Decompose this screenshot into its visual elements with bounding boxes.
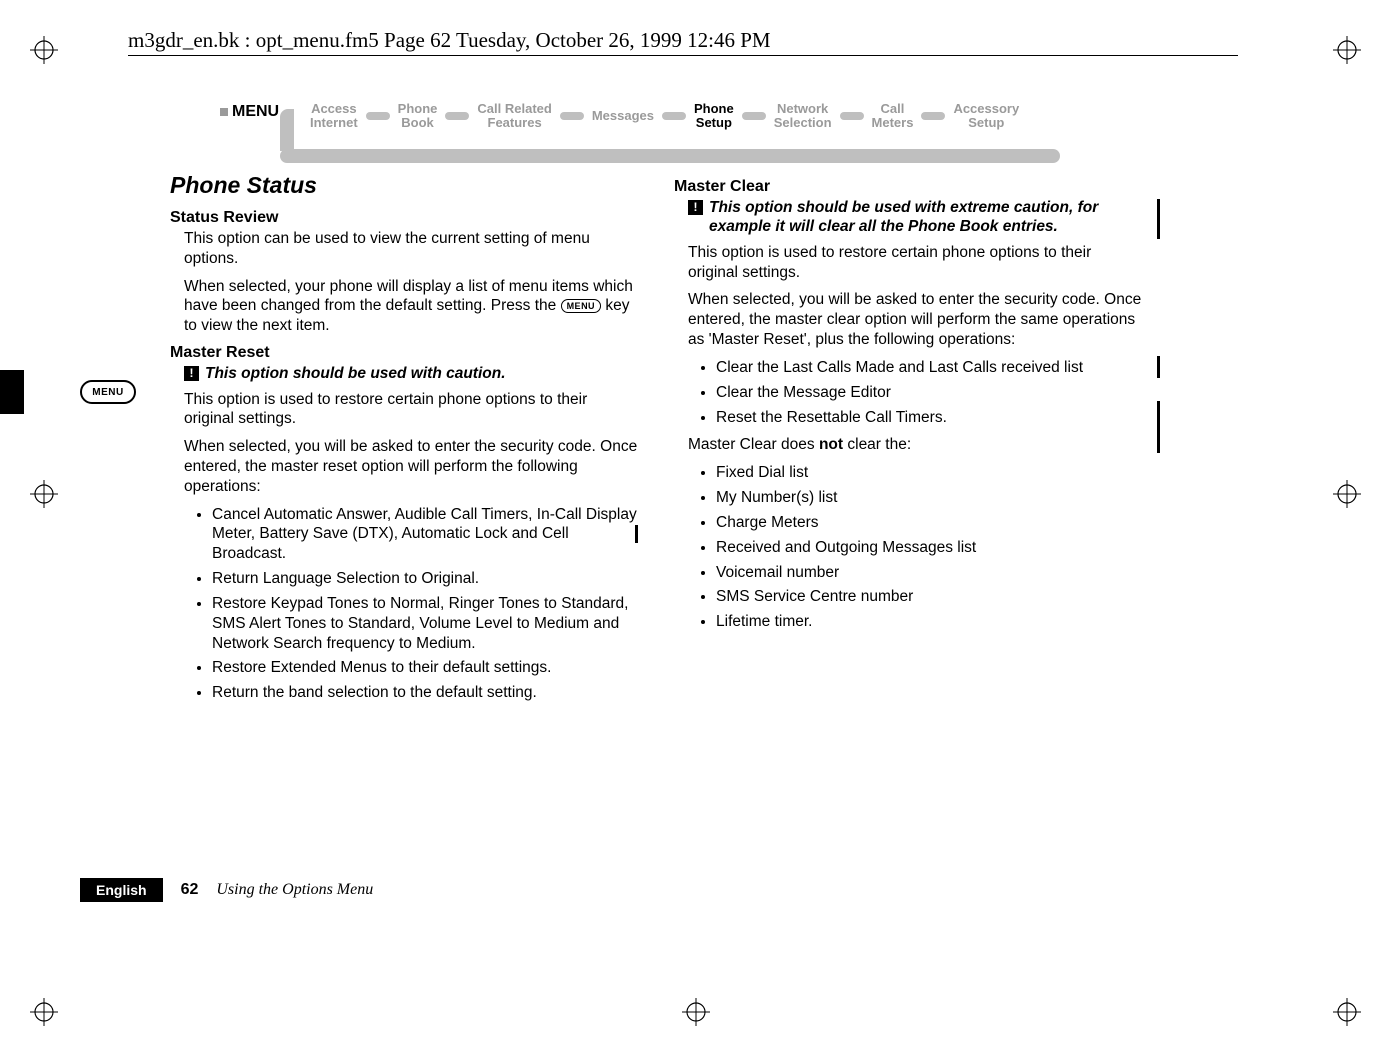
menu-breadcrumb-item: Call Meters <box>872 102 914 130</box>
menu-key-icon: MENU <box>561 299 602 313</box>
menu-key-icon: MENU <box>80 380 136 404</box>
list-item: My Number(s) list <box>716 488 1144 508</box>
menu-connector-icon <box>662 112 686 120</box>
warning-icon: ! <box>184 366 199 381</box>
menu-breadcrumb-item: Call Related Features <box>477 102 551 130</box>
caution-note: ! This option should be used with cautio… <box>184 364 640 383</box>
body-text: When selected, you will be asked to ente… <box>184 437 640 496</box>
list-item: Restore Keypad Tones to Normal, Ringer T… <box>212 594 640 653</box>
list-item: Return the band selection to the default… <box>212 683 640 703</box>
crop-mark-icon <box>30 998 58 1026</box>
menu-connector-icon <box>742 112 766 120</box>
change-bar-icon <box>1157 401 1160 453</box>
bullet-list: Cancel Automatic Answer, Audible Call Ti… <box>184 505 640 703</box>
body-text: This option can be used to view the curr… <box>184 229 640 269</box>
list-item: Clear the Last Calls Made and Last Calls… <box>716 358 1144 378</box>
warning-icon: ! <box>688 200 703 215</box>
language-tab: English <box>80 878 163 902</box>
body-text: This option is used to restore certain p… <box>688 243 1144 283</box>
page-footer: English 62 Using the Options Menu <box>80 878 373 902</box>
menu-connector-icon <box>445 112 469 120</box>
list-item: Fixed Dial list <box>716 463 1144 483</box>
list-item: Restore Extended Menus to their default … <box>212 658 640 678</box>
list-item: Return Language Selection to Original. <box>212 569 640 589</box>
menu-breadcrumb-item: Access Internet <box>310 102 358 130</box>
list-item: SMS Service Centre number <box>716 587 1144 607</box>
change-bar-icon <box>635 525 638 543</box>
section-title: Phone Status <box>170 172 640 199</box>
list-item: Charge Meters <box>716 513 1144 533</box>
heading-master-reset: Master Reset <box>170 344 640 362</box>
menu-breadcrumb-item: Messages <box>592 109 654 123</box>
list-item: Reset the Resettable Call Timers. <box>716 408 1144 428</box>
menu-root-label: MENU <box>220 103 300 121</box>
crop-mark-icon <box>682 998 710 1026</box>
menu-breadcrumb-item: Phone Book <box>398 102 438 130</box>
crop-mark-icon <box>1333 36 1361 64</box>
list-item: Received and Outgoing Messages list <box>716 538 1144 558</box>
list-item: Lifetime timer. <box>716 612 1144 632</box>
list-item: Clear the Message Editor <box>716 383 1144 403</box>
crop-mark-icon <box>1333 998 1361 1026</box>
left-column: Phone Status Status Review This option c… <box>170 172 640 711</box>
page-body: Phone Status Status Review This option c… <box>170 172 1170 711</box>
menu-connector-icon <box>840 112 864 120</box>
change-bar-icon <box>1157 356 1160 378</box>
body-text: When selected, you will be asked to ente… <box>688 290 1144 349</box>
heading-master-clear: Master Clear <box>674 178 1144 196</box>
running-head: m3gdr_en.bk : opt_menu.fm5 Page 62 Tuesd… <box>128 28 771 53</box>
menu-connector-icon <box>921 112 945 120</box>
crop-mark-icon <box>30 36 58 64</box>
chapter-title: Using the Options Menu <box>216 881 373 899</box>
list-item: Cancel Automatic Answer, Audible Call Ti… <box>212 505 640 564</box>
bullet-list: Fixed Dial list My Number(s) list Charge M… <box>688 463 1144 632</box>
menu-breadcrumb-item: Accessory Setup <box>953 102 1019 130</box>
thumb-tab-icon <box>0 370 24 414</box>
list-item: Voicemail number <box>716 563 1144 583</box>
caution-note: ! This option should be used with extrem… <box>688 198 1144 237</box>
menu-connector-icon <box>366 112 390 120</box>
change-bar-icon <box>1157 199 1160 239</box>
crop-mark-icon <box>1333 480 1361 508</box>
body-text: When selected, your phone will display a… <box>184 277 640 336</box>
menu-breadcrumb: MENU Access Internet Phone Book Call Relat… <box>220 95 1060 163</box>
header-rule <box>128 55 1238 56</box>
right-column: Master Clear ! This option should be use… <box>674 172 1144 711</box>
body-text: This option is used to restore certain p… <box>184 390 640 430</box>
crop-mark-icon <box>30 480 58 508</box>
menu-breadcrumb-item: Phone Setup <box>694 102 734 130</box>
page-number: 62 <box>181 881 199 899</box>
heading-status-review: Status Review <box>170 209 640 227</box>
body-text: Master Clear does not clear the: <box>688 435 1144 455</box>
bullet-list: Clear the Last Calls Made and Last Calls… <box>688 358 1144 427</box>
menu-connector-icon <box>560 112 584 120</box>
menu-breadcrumb-item: Network Selection <box>774 102 832 130</box>
